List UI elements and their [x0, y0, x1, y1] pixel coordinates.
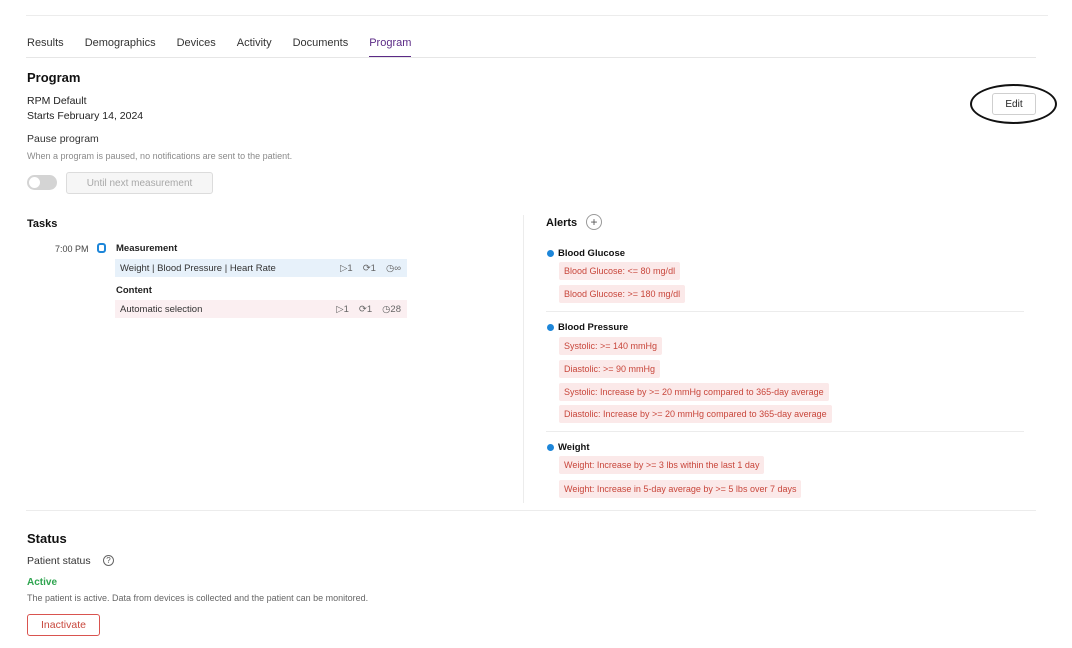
alert-item[interactable]: Diastolic: >= 90 mmHg [559, 360, 661, 378]
alert-group-title: Blood Glucose [558, 248, 626, 259]
measurement-label: Weight | Blood Pressure | Heart Rate [120, 262, 276, 274]
alerts-heading: Alerts [546, 217, 578, 229]
duration-stat: ◷28 [382, 303, 401, 315]
repeat-count-stat: ⟳1 [362, 262, 376, 274]
tab-demographics[interactable]: Demographics [85, 37, 156, 58]
tab-program[interactable]: Program [369, 37, 412, 58]
play-count-stat: ▷1 [336, 303, 349, 315]
content-label: Automatic selection [120, 303, 203, 315]
program-start-date: Starts February 14, 2024 [27, 110, 144, 122]
tab-devices[interactable]: Devices [177, 37, 216, 58]
add-alert-icon[interactable]: + [586, 214, 602, 230]
alert-item[interactable]: Weight: Increase in 5-day average by >= … [559, 480, 802, 498]
status-heading: Status [27, 531, 67, 546]
help-icon[interactable]: ? [103, 555, 114, 566]
section-divider [26, 510, 1036, 511]
alert-item[interactable]: Weight: Increase by >= 3 lbs within the … [559, 456, 765, 474]
toggle-knob [29, 177, 40, 188]
alert-item[interactable]: Systolic: >= 140 mmHg [559, 337, 663, 355]
tab-results[interactable]: Results [27, 37, 64, 58]
pause-program-label: Pause program [27, 133, 99, 145]
tab-activity[interactable]: Activity [237, 37, 272, 58]
status-value: Active [27, 577, 58, 588]
tab-bar: Results Demographics Devices Activity Do… [27, 37, 432, 58]
measurement-task-row[interactable]: Weight | Blood Pressure | Heart Rate ▷1 … [115, 259, 407, 277]
tab-documents[interactable]: Documents [293, 37, 349, 58]
measurement-title: Measurement [116, 243, 178, 254]
pause-program-toggle[interactable] [27, 175, 57, 190]
alert-item[interactable]: Blood Glucose: >= 180 mg/dl [559, 285, 686, 303]
blood-glucose-dot [547, 250, 554, 257]
content-task-row[interactable]: Automatic selection ▷1 ⟳1 ◷28 [115, 300, 407, 318]
content-title: Content [116, 285, 152, 296]
repeat-count-stat: ⟳1 [358, 303, 373, 315]
alert-group-title: Weight [558, 442, 590, 453]
program-name: RPM Default [27, 95, 87, 107]
column-divider [523, 215, 524, 503]
until-next-measurement-button[interactable]: Until next measurement [66, 172, 213, 194]
alert-group-title: Blood Pressure [558, 322, 629, 333]
duration-stat: ◷∞ [385, 262, 401, 274]
blood-pressure-dot [547, 324, 554, 331]
alert-group-divider [546, 311, 1024, 312]
inactivate-button[interactable]: Inactivate [27, 614, 100, 636]
top-divider [26, 15, 1048, 16]
status-description: The patient is active. Data from devices… [27, 593, 369, 603]
tabs-divider [26, 57, 1036, 58]
alert-group-divider [546, 431, 1024, 432]
task-time: 7:00 PM [55, 244, 89, 254]
weight-dot [547, 444, 554, 451]
measurement-task-icon [97, 243, 106, 253]
edit-highlight-circle [970, 84, 1057, 124]
tasks-heading: Tasks [27, 218, 58, 230]
patient-status-label: Patient status [27, 555, 91, 567]
alert-item[interactable]: Blood Glucose: <= 80 mg/dl [559, 262, 681, 280]
alert-item[interactable]: Diastolic: Increase by >= 20 mmHg compar… [559, 405, 832, 423]
program-heading: Program [27, 70, 81, 85]
alert-item[interactable]: Systolic: Increase by >= 20 mmHg compare… [559, 383, 829, 401]
play-count-stat: ▷1 [340, 262, 353, 274]
pause-program-help: When a program is paused, no notificatio… [27, 151, 293, 161]
